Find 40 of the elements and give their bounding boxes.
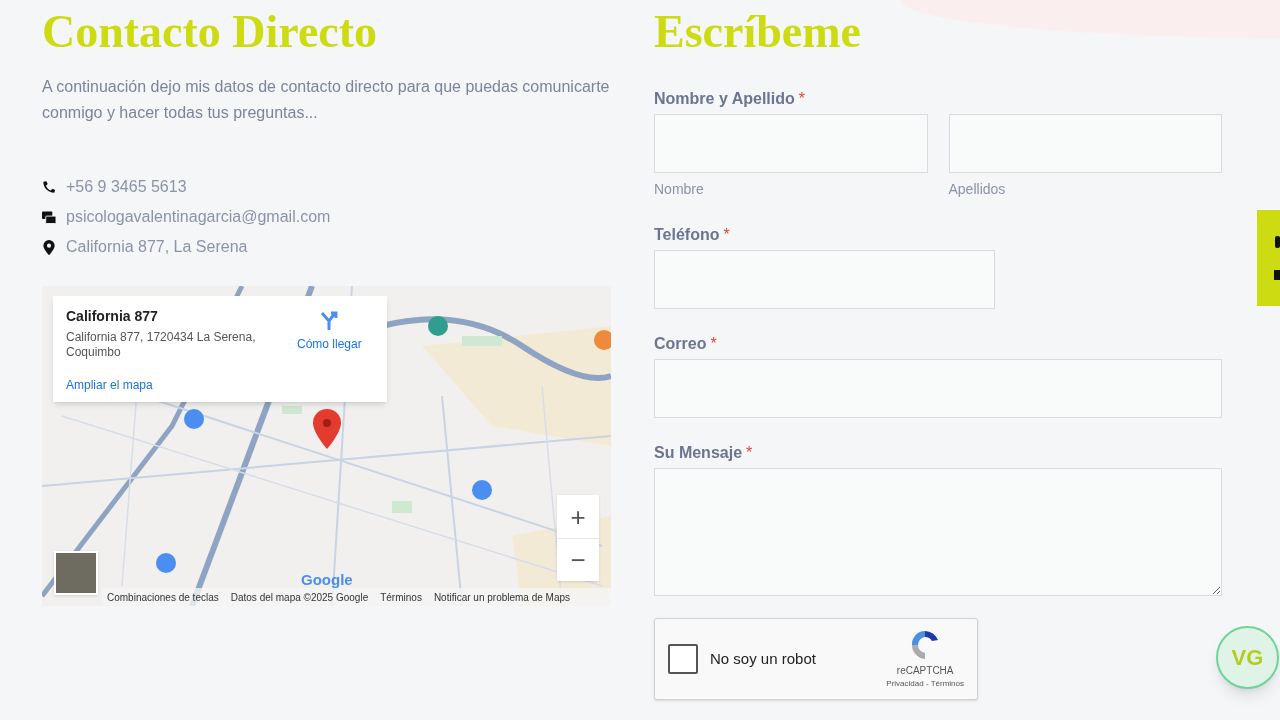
field-sublabel: Apellidos — [948, 180, 1007, 199]
input-field[interactable] — [654, 250, 995, 309]
input-field[interactable] — [654, 359, 1222, 418]
input-field[interactable] — [948, 114, 1222, 173]
required-asterisk: * — [710, 334, 717, 354]
required-asterisk: * — [746, 443, 753, 463]
field-label: Teléfono — [654, 225, 720, 245]
field-sublabel: Nombre — [654, 180, 705, 199]
side-tab[interactable] — [1257, 210, 1280, 306]
satellite-toggle[interactable] — [54, 551, 98, 595]
map-footer-link[interactable]: Notificar un problema de Maps — [433, 589, 571, 605]
required-asterisk: * — [723, 225, 730, 245]
directions-link[interactable]: Cómo llegar — [297, 309, 362, 353]
place-address: California 877, 1720434 La Serena, Coquimbo — [66, 330, 257, 360]
intro-text: A continuación dejo mis datos de contacto directo para que puedas comunicarte conmigo y hacer todas tus preguntas... — [42, 77, 611, 123]
required-asterisk: * — [798, 89, 805, 109]
checkbox-label: No soy un robot — [710, 648, 816, 669]
section-heading: Escríbeme — [654, 5, 861, 59]
field-label: Su Mensaje — [654, 443, 743, 463]
map-pin-icon — [43, 239, 55, 255]
map-pin-icon — [313, 409, 341, 449]
map-logo: Google — [301, 570, 353, 590]
directions-icon — [318, 309, 341, 331]
place-title: California 877 — [66, 307, 159, 325]
field-label: Correo — [654, 334, 707, 354]
message-field[interactable] — [654, 468, 1222, 596]
recaptcha-brand: reCAPTCHA — [896, 664, 954, 678]
checkbox[interactable] — [668, 644, 698, 674]
map-footer-link[interactable]: Combinaciones de teclas — [107, 589, 219, 605]
map-footer-link[interactable]: Datos del mapa ©2025 Google — [230, 589, 369, 605]
recaptcha-links[interactable]: Privacidad - Términos — [886, 678, 964, 690]
section-heading: Contacto Directo — [42, 5, 379, 59]
contact-phone: +56 9 3465 5613 — [66, 177, 187, 197]
enlarge-map-link[interactable]: Ampliar el mapa — [66, 376, 153, 394]
zoom-in-button[interactable]: + — [557, 495, 599, 538]
field-label: Nombre y Apellido — [654, 89, 795, 109]
map-footer-link[interactable]: Términos — [380, 589, 422, 605]
input-field[interactable] — [654, 114, 928, 173]
contact-address: California 877, La Serena — [66, 237, 248, 257]
zoom-out-button[interactable]: − — [557, 538, 599, 581]
